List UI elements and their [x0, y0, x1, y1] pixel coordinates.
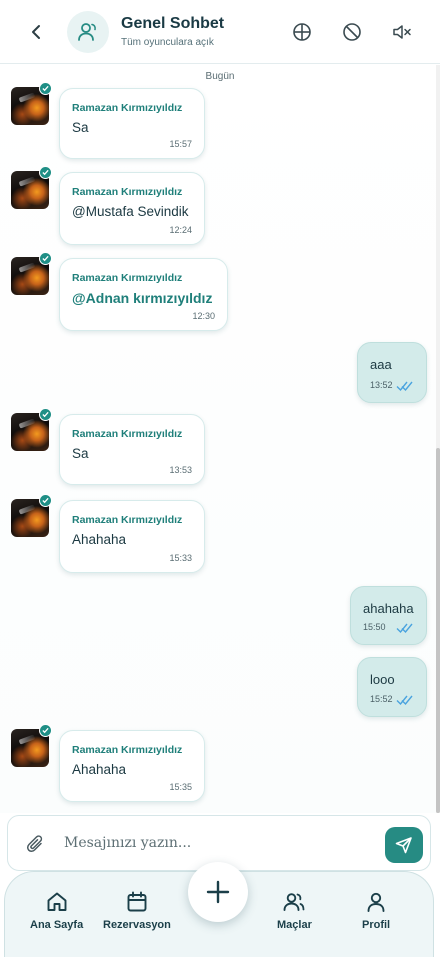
message-text: Sa: [72, 120, 89, 135]
create-fab-button[interactable]: [188, 862, 248, 922]
mention-text[interactable]: @Adnan kırmızıyıldız: [72, 290, 212, 306]
outgoing-message[interactable]: looo 15:52: [357, 657, 427, 717]
message-time: 15:35: [169, 782, 192, 792]
incoming-message[interactable]: Ramazan Kırmızıyıldız Sa 15:57: [59, 88, 205, 159]
message-time: 12:24: [169, 225, 192, 235]
user-icon: [367, 892, 385, 912]
sender-name: Ramazan Kırmızıyıldız: [72, 744, 183, 756]
nav-maclar[interactable]: Maçlar: [277, 890, 312, 931]
chat-header: Genel Sohbet Tüm oyunculara açık: [0, 0, 440, 64]
verified-badge-icon: [39, 82, 52, 95]
message-time: 12:30: [192, 311, 215, 321]
calendar-icon: [127, 891, 147, 912]
nav-label: Rezervasyon: [103, 919, 171, 931]
nav-home[interactable]: Ana Sayfa: [30, 890, 83, 931]
message-time: 13:53: [169, 465, 192, 475]
incoming-message[interactable]: Ramazan Kırmızıyıldız Ahahaha 15:33: [59, 500, 205, 573]
message-text: Ahahaha: [72, 532, 127, 547]
paperclip-icon[interactable]: [26, 834, 46, 856]
incoming-message[interactable]: Ramazan Kırmızıyıldız Ahahaha 15:35: [59, 730, 205, 802]
nav-label: Ana Sayfa: [30, 919, 84, 931]
message-text: aaa: [370, 357, 392, 372]
mute-icon[interactable]: [391, 21, 413, 43]
nav-label: Profil: [362, 919, 391, 931]
chat-subtitle: Tüm oyunculara açık: [121, 37, 214, 48]
verified-badge-icon: [39, 166, 52, 179]
verified-badge-icon: [39, 724, 52, 737]
message-time: 15:52: [370, 694, 393, 704]
sender-name: Ramazan Kırmızıyıldız: [72, 428, 183, 440]
home-icon: [47, 892, 67, 911]
date-separator: Bugün: [205, 71, 235, 82]
chat-title: Genel Sohbet: [121, 15, 225, 32]
message-text: Ahahaha: [72, 762, 127, 777]
sender-name: Ramazan Kırmızıyıldız: [72, 186, 183, 198]
double-check-icon: [396, 623, 413, 634]
outgoing-message[interactable]: aaa 13:52: [357, 342, 427, 403]
incoming-message[interactable]: Ramazan Kırmızıyıldız @Mustafa Sevindik …: [59, 172, 205, 245]
message-time: 13:52: [370, 380, 393, 390]
incoming-message[interactable]: Ramazan Kırmızıyıldız @Adnan kırmızıyıld…: [59, 258, 228, 331]
send-button[interactable]: [385, 827, 423, 863]
verified-badge-icon: [39, 494, 52, 507]
block-icon[interactable]: [341, 21, 363, 43]
message-text: ahahaha: [363, 601, 414, 616]
incoming-message[interactable]: Ramazan Kırmızıyıldız Sa 13:53: [59, 414, 205, 485]
scrollbar-thumb[interactable]: [436, 448, 440, 813]
message-text: looo: [370, 672, 395, 687]
users-icon: [283, 893, 305, 911]
message-time: 15:50: [363, 622, 386, 632]
message-input[interactable]: [64, 830, 374, 856]
double-check-icon: [396, 695, 413, 706]
message-list[interactable]: Bugün Ramazan Kırmızıyıldız Sa 15:57 Ram…: [0, 65, 440, 813]
users-icon: [78, 23, 96, 41]
nav-rezervasyon[interactable]: Rezervasyon: [103, 890, 171, 931]
outgoing-message[interactable]: ahahaha 15:50: [350, 586, 427, 645]
message-text: @Mustafa Sevindik: [72, 204, 189, 219]
message-time: 15:33: [169, 553, 192, 563]
crosshair-icon[interactable]: [291, 21, 313, 43]
sender-name: Ramazan Kırmızıyıldız: [72, 102, 183, 114]
message-text: Sa: [72, 446, 89, 461]
verified-badge-icon: [39, 252, 52, 265]
sender-name: Ramazan Kırmızıyıldız: [72, 272, 183, 284]
nav-profil[interactable]: Profil: [362, 890, 390, 931]
nav-label: Maçlar: [277, 919, 312, 931]
message-time: 15:57: [169, 139, 192, 149]
send-icon: [395, 837, 412, 854]
plus-icon: [206, 880, 230, 904]
double-check-icon: [396, 381, 413, 392]
verified-badge-icon: [39, 408, 52, 421]
sender-name: Ramazan Kırmızıyıldız: [72, 514, 183, 526]
group-avatar[interactable]: [67, 11, 109, 53]
back-arrow-icon[interactable]: [26, 20, 48, 44]
